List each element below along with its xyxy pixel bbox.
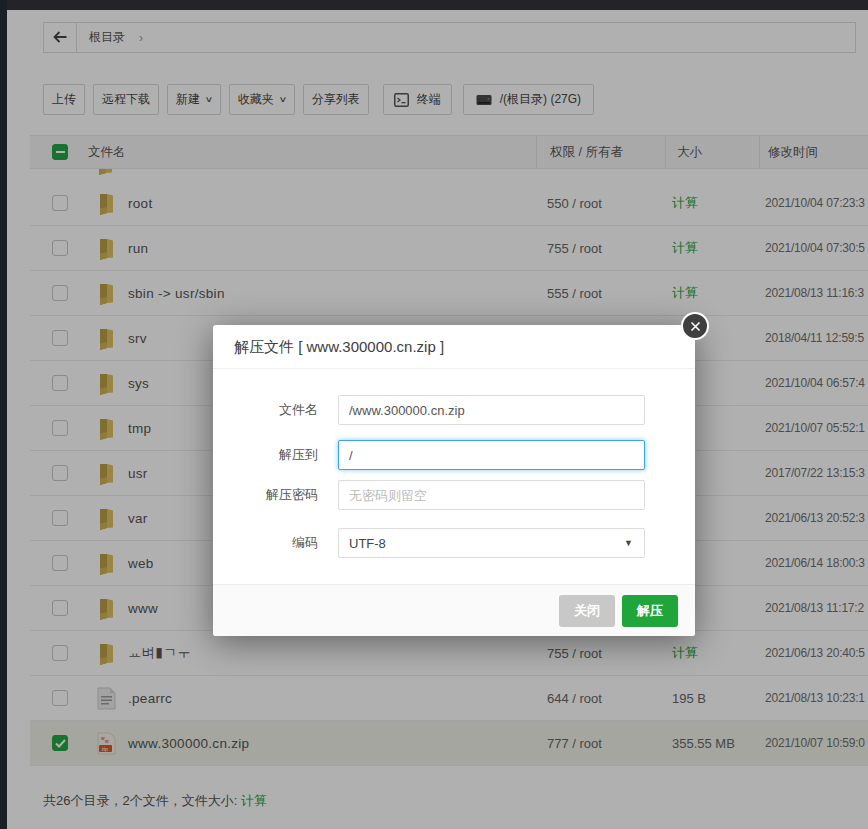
cancel-button[interactable]: 关闭 — [559, 595, 615, 627]
dest-label: 解压到 — [213, 446, 318, 464]
dialog-footer: 关闭 解压 — [213, 584, 695, 636]
extract-dialog: 解压文件 [ www.300000.cn.zip ] 文件名 解压到 解压密码 … — [213, 325, 695, 636]
password-input[interactable] — [338, 480, 645, 510]
password-label: 解压密码 — [213, 486, 318, 504]
dest-input[interactable] — [338, 440, 645, 470]
close-icon[interactable] — [681, 312, 709, 340]
filename-label: 文件名 — [213, 401, 318, 419]
extract-button[interactable]: 解压 — [622, 595, 678, 627]
encoding-select[interactable]: UTF-8 ▼ — [338, 528, 645, 558]
dialog-title: 解压文件 [ www.300000.cn.zip ] — [213, 325, 695, 369]
filename-input[interactable] — [338, 395, 645, 425]
encoding-label: 编码 — [213, 534, 318, 552]
dropdown-arrow-icon: ▼ — [624, 538, 633, 548]
